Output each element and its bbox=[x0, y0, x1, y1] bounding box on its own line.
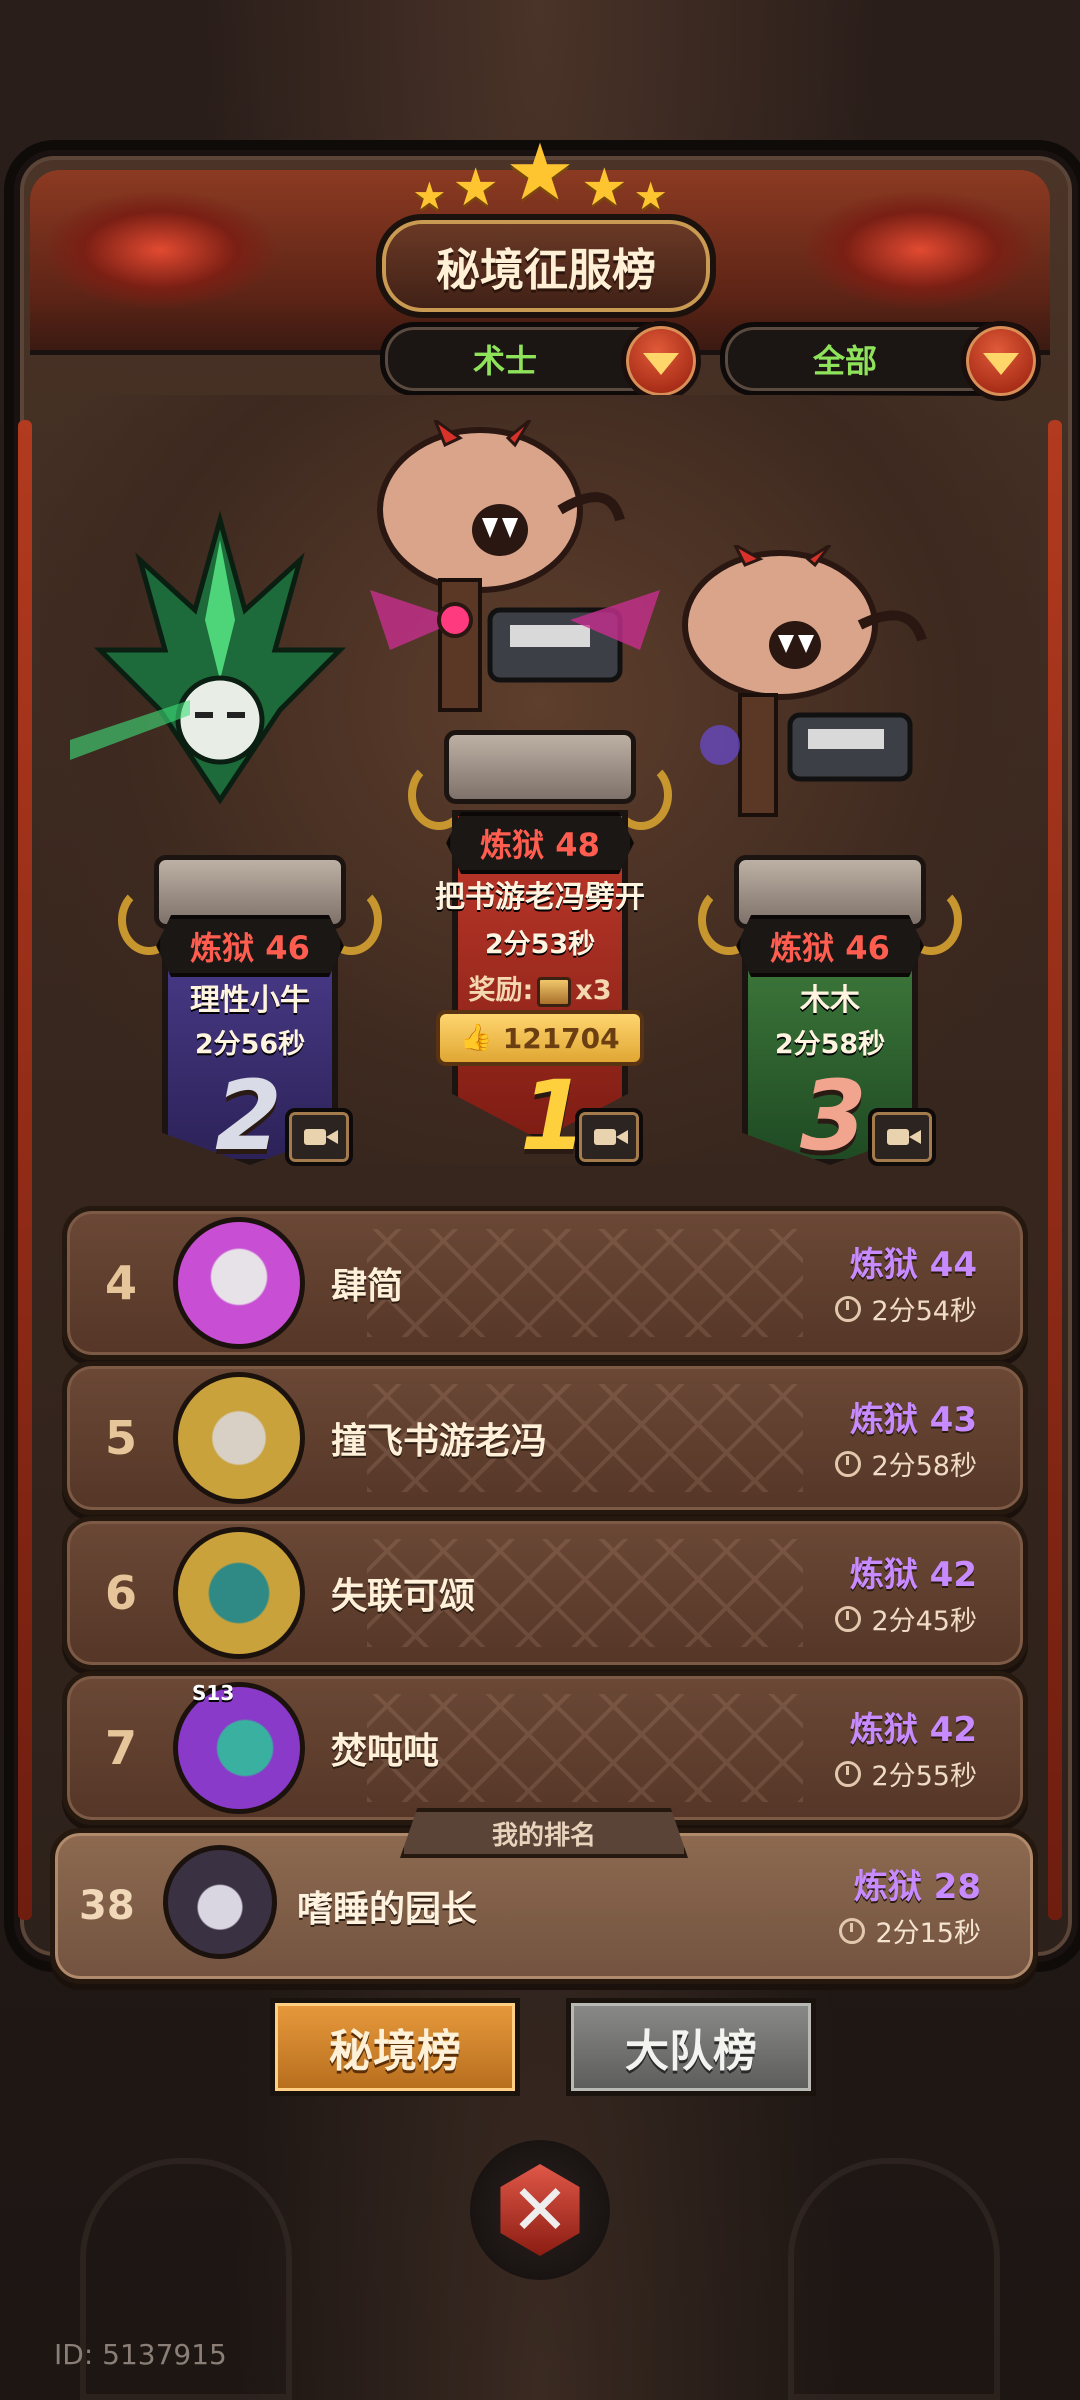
background-ornament bbox=[788, 2158, 1000, 2400]
my-rank-tag: 我的排名 bbox=[400, 1808, 688, 1858]
video-camera-icon bbox=[887, 1129, 921, 1145]
row-rank: 4 bbox=[105, 1256, 138, 1310]
row-time: 2分45秒 bbox=[835, 1599, 977, 1638]
first-place-name: 把书游老冯劈开 bbox=[435, 880, 645, 915]
row-time: 2分58秒 bbox=[835, 1444, 977, 1483]
row-rank: 5 bbox=[105, 1411, 138, 1465]
user-id: ID: 5137915 bbox=[54, 2338, 227, 2371]
ranking-row[interactable]: 5 撞飞书游老冯 炼狱 43 2分58秒 bbox=[62, 1361, 1028, 1515]
star-icon: ★ bbox=[412, 174, 447, 218]
close-icon: ✕ bbox=[500, 2164, 580, 2256]
season-badge: S13 bbox=[192, 1681, 235, 1705]
pedestal-cap bbox=[444, 730, 636, 804]
row-time-value: 2分55秒 bbox=[871, 1761, 977, 1792]
second-place-replay-button[interactable] bbox=[285, 1108, 353, 1166]
treasure-chest-icon bbox=[537, 976, 572, 1007]
thumbs-up-icon: 👍 bbox=[460, 1023, 493, 1053]
frame-side-bar bbox=[1048, 420, 1062, 1920]
my-rank-number: 38 bbox=[79, 1883, 135, 1929]
my-level: 炼狱 28 bbox=[853, 1867, 981, 1907]
first-place-level: 炼狱 48 bbox=[446, 812, 634, 874]
row-player-name: 焚吨吨 bbox=[331, 1731, 440, 1772]
reward-label: 奖励: bbox=[468, 975, 534, 1006]
ranking-row[interactable]: 4 肆简 炼狱 44 2分54秒 bbox=[62, 1206, 1028, 1360]
third-place-replay-button[interactable] bbox=[868, 1108, 936, 1166]
ranking-row[interactable]: 7 S13 焚吨吨 炼狱 42 2分55秒 bbox=[62, 1671, 1028, 1825]
scope-filter-dropdown[interactable]: 全部 bbox=[720, 321, 1041, 401]
class-filter-label: 术士 bbox=[472, 342, 537, 380]
like-count: 121704 bbox=[502, 1021, 620, 1055]
third-place-level: 炼狱 46 bbox=[736, 915, 924, 977]
clock-icon bbox=[835, 1760, 862, 1787]
frame-side-bar bbox=[18, 420, 32, 1920]
row-level: 炼狱 44 bbox=[849, 1245, 977, 1285]
first-place-reward: 奖励: x3 bbox=[430, 968, 650, 1007]
star-icon: ★ bbox=[633, 174, 668, 218]
avatar[interactable] bbox=[173, 1372, 305, 1504]
row-player-name: 肆简 bbox=[331, 1266, 404, 1307]
chevron-down-icon[interactable] bbox=[621, 321, 701, 401]
avatar[interactable] bbox=[173, 1527, 305, 1659]
first-place-replay-button[interactable] bbox=[575, 1108, 643, 1166]
row-level: 炼狱 42 bbox=[849, 1710, 977, 1750]
close-button[interactable]: ✕ bbox=[470, 2140, 610, 2280]
clock-icon bbox=[835, 1450, 862, 1477]
my-time: 2分15秒 bbox=[839, 1911, 981, 1950]
class-filter-dropdown[interactable]: 术士 bbox=[380, 321, 701, 401]
clock-icon bbox=[839, 1917, 866, 1944]
star-icon: ★ bbox=[452, 158, 500, 218]
scope-filter-label: 全部 bbox=[812, 342, 877, 380]
second-place-time: 2分56秒 bbox=[194, 1029, 306, 1060]
row-time-value: 2分54秒 bbox=[871, 1296, 977, 1327]
avatar[interactable] bbox=[163, 1845, 277, 1959]
clock-icon bbox=[835, 1605, 862, 1632]
third-place-time: 2分58秒 bbox=[774, 1029, 886, 1060]
rating-stars: ★ ★★ ★ ★ bbox=[0, 128, 1080, 218]
second-place-level: 炼狱 46 bbox=[156, 915, 344, 977]
row-level: 炼狱 42 bbox=[849, 1555, 977, 1595]
first-place-time: 2分53秒 bbox=[484, 929, 596, 960]
row-pattern bbox=[367, 1229, 803, 1337]
row-time-value: 2分45秒 bbox=[871, 1606, 977, 1637]
row-rank: 7 bbox=[105, 1721, 138, 1775]
first-place-character[interactable] bbox=[350, 420, 680, 740]
video-camera-icon bbox=[594, 1129, 628, 1145]
row-player-name: 失联可颂 bbox=[331, 1576, 476, 1617]
third-place-name: 木木 bbox=[800, 983, 860, 1018]
star-icon: ★ bbox=[580, 158, 628, 218]
clock-icon bbox=[835, 1295, 862, 1322]
row-rank: 6 bbox=[105, 1566, 138, 1620]
ranking-row[interactable]: 6 失联可颂 炼狱 42 2分45秒 bbox=[62, 1516, 1028, 1670]
second-place-name: 理性小牛 bbox=[190, 983, 310, 1018]
my-time-value: 2分15秒 bbox=[875, 1918, 981, 1949]
star-icon: ★ bbox=[505, 128, 575, 218]
row-time-value: 2分58秒 bbox=[871, 1451, 977, 1482]
video-camera-icon bbox=[304, 1129, 338, 1145]
row-player-name: 撞飞书游老冯 bbox=[331, 1421, 548, 1462]
tab-secret-realm[interactable]: 秘境榜 bbox=[270, 1998, 520, 2096]
avatar[interactable]: S13 bbox=[173, 1681, 305, 1814]
row-level: 炼狱 43 bbox=[849, 1400, 977, 1440]
like-button[interactable]: 👍 121704 bbox=[436, 1010, 644, 1066]
third-place-rank: 3 bbox=[800, 1060, 867, 1172]
chevron-down-icon[interactable] bbox=[961, 321, 1041, 401]
second-place-rank: 2 bbox=[215, 1060, 282, 1172]
avatar[interactable] bbox=[173, 1217, 305, 1349]
row-time: 2分54秒 bbox=[835, 1289, 977, 1328]
board-title: 秘境征服榜 bbox=[376, 214, 716, 318]
row-time: 2分55秒 bbox=[835, 1754, 977, 1793]
tab-squad[interactable]: 大队榜 bbox=[566, 1998, 816, 2096]
second-place-character[interactable] bbox=[70, 500, 370, 860]
reward-count: x3 bbox=[575, 975, 612, 1006]
third-place-character[interactable] bbox=[660, 545, 980, 845]
